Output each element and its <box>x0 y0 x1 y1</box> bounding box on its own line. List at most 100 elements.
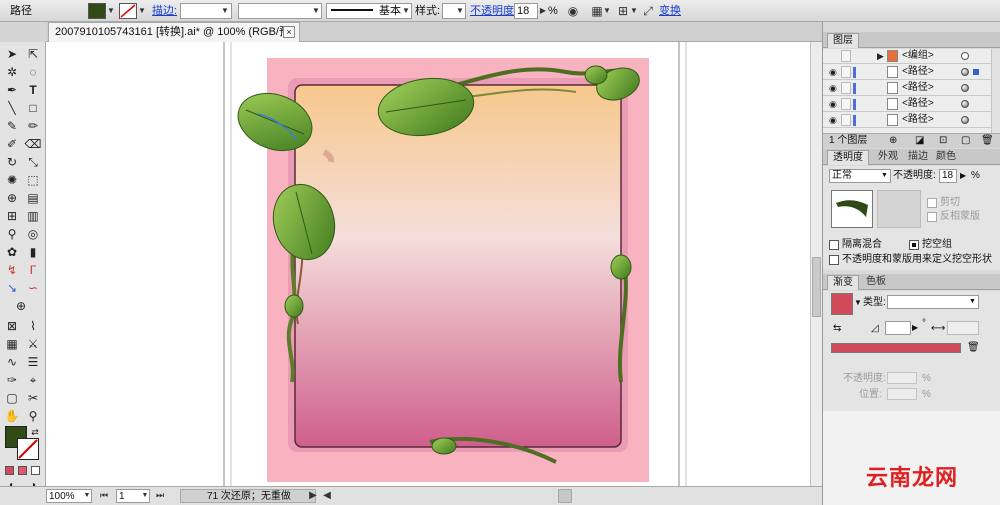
angle-field[interactable] <box>885 321 911 335</box>
align-arrow[interactable]: ▼ <box>603 3 611 19</box>
make-clipping-mask-icon[interactable]: ◪ <box>915 135 924 147</box>
curve-tool-icon[interactable]: ∿ <box>3 354 21 370</box>
opacity-field[interactable]: 18 <box>939 169 957 183</box>
selection-tool-icon[interactable]: ➤ <box>3 46 21 62</box>
stop-position-field[interactable] <box>887 388 917 400</box>
mesh-tool-icon[interactable]: ⊞ <box>3 208 21 224</box>
target-icon[interactable] <box>961 68 969 76</box>
close-tab-icon[interactable]: × <box>283 26 295 38</box>
reverse-gradient-icon[interactable]: ⇆ <box>833 323 841 335</box>
gradient-mode-icon[interactable] <box>18 466 27 475</box>
angle-arrow[interactable]: ▶ <box>912 322 918 334</box>
transform-options-icon[interactable]: ⊞ <box>615 3 631 19</box>
transform-link[interactable]: 变换 <box>659 3 681 19</box>
symbol-sprayer-tool-icon[interactable]: ✿ <box>3 244 21 260</box>
opacity-mask-slot[interactable] <box>877 190 921 228</box>
horizontal-scroll-thumb[interactable] <box>558 489 572 503</box>
paintbrush-tool-icon[interactable]: ✎ <box>3 118 21 134</box>
stroke-label-link[interactable]: 描边: <box>152 3 177 19</box>
clip-checkbox[interactable] <box>927 198 937 208</box>
layer-row[interactable]: ▶ <编组> <box>823 49 991 64</box>
aspect-ratio-icon[interactable]: ⟷ <box>931 323 945 335</box>
zoom-arrow[interactable]: ▼ <box>82 489 92 503</box>
color-mode-icon[interactable] <box>5 466 14 475</box>
none-mode-icon[interactable] <box>31 466 40 475</box>
stroke-dropdown-arrow[interactable]: ▼ <box>138 3 146 19</box>
mask-thumbnail[interactable] <box>831 190 873 228</box>
target-icon[interactable] <box>961 100 969 108</box>
eyedropper-alt-icon[interactable]: ✑ <box>3 372 21 388</box>
selected-square-icon[interactable] <box>973 69 979 75</box>
convert-anchor-icon[interactable]: Γ <box>24 262 42 278</box>
anchor-blue-icon[interactable]: ↘ <box>3 280 21 296</box>
variable-width-arrow[interactable]: ▼ <box>310 3 322 19</box>
target-tool-icon[interactable]: ⊕ <box>12 298 30 314</box>
layer-row[interactable]: ◉ <路径> <box>823 113 991 128</box>
gradient-type-arrow[interactable]: ▼ <box>969 296 976 308</box>
target-icon[interactable] <box>961 116 969 124</box>
gradient-type-select[interactable] <box>887 295 979 309</box>
canvas-area[interactable] <box>46 42 810 486</box>
zoom-tool-icon[interactable]: ⚲ <box>24 408 42 424</box>
free-transform-tool-icon[interactable]: ⬚ <box>24 172 42 188</box>
perspective-grid-tool-icon[interactable]: ▤ <box>24 190 42 206</box>
line-tool-icon[interactable]: ╲ <box>3 100 21 116</box>
gradient-slider[interactable] <box>831 343 961 353</box>
leaf-top-right-small[interactable] <box>584 65 608 85</box>
eye-icon[interactable]: ◉ <box>829 67 837 77</box>
lasso-tool-icon[interactable]: ◌ <box>24 64 42 80</box>
aspect-ratio-field[interactable] <box>947 321 979 335</box>
slice-tool-icon[interactable]: ⌇ <box>24 318 42 334</box>
gradient-swatch-arrow[interactable]: ▼ <box>854 297 862 309</box>
layers-scrollbar[interactable] <box>991 49 1000 139</box>
hand-tool-icon[interactable]: ✋ <box>3 408 21 424</box>
tab-layers[interactable]: 图层 <box>827 33 859 48</box>
layer-row[interactable]: ◉ <路径> <box>823 65 991 80</box>
fill-dropdown-arrow[interactable]: ▼ <box>107 3 115 19</box>
stop-opacity-field[interactable] <box>887 372 917 384</box>
blend-mode-arrow[interactable]: ▼ <box>881 170 888 182</box>
knockout-group-checkbox[interactable] <box>909 240 919 250</box>
leaf-bottom-bud[interactable] <box>431 437 457 455</box>
rotate-tool-icon[interactable]: ↻ <box>3 154 21 170</box>
locate-object-icon[interactable]: ⊕ <box>889 135 897 147</box>
fill-color-swatch[interactable] <box>88 3 106 19</box>
slice-select-icon[interactable]: ▢ <box>3 390 21 406</box>
shape-builder-tool-icon[interactable]: ⊕ <box>3 190 21 206</box>
delete-stop-icon[interactable]: 🗑 <box>967 342 980 354</box>
stroke-color-box[interactable] <box>17 438 39 460</box>
lock-toggle[interactable] <box>841 98 851 110</box>
opacity-mask-knockout-checkbox[interactable] <box>829 255 839 265</box>
gradient-frame[interactable] <box>294 84 622 448</box>
lock-toggle[interactable] <box>841 82 851 94</box>
eye-icon[interactable]: ◉ <box>829 99 837 109</box>
tab-gradient[interactable]: 渐变 <box>827 275 859 290</box>
grid-tool-icon[interactable]: ▦ <box>3 336 21 352</box>
opacity-field[interactable]: 18 <box>514 3 538 19</box>
opacity-arrow[interactable]: ▶ <box>538 3 548 19</box>
anchor-red-icon[interactable]: ∽ <box>24 280 42 296</box>
direct-selection-tool-icon[interactable]: ⇱ <box>24 46 42 62</box>
status-menu-arrow[interactable]: ▶ <box>308 489 318 503</box>
add-anchor-icon[interactable]: ↯ <box>3 262 21 278</box>
vertical-scrollbar[interactable] <box>810 42 822 486</box>
expand-icon[interactable]: ⤢ <box>640 3 656 19</box>
eye-icon[interactable]: ◉ <box>829 83 837 93</box>
measure-tool-icon[interactable]: ⌖ <box>24 372 42 388</box>
page-arrow[interactable]: ▼ <box>140 489 150 503</box>
type-tool-icon[interactable]: T <box>24 82 42 98</box>
isolate-blending-checkbox[interactable] <box>829 240 839 250</box>
tab-swatches[interactable]: 色板 <box>861 275 891 290</box>
expand-triangle-icon[interactable]: ▶ <box>877 51 884 61</box>
tab-color[interactable]: 颜色 <box>931 150 961 165</box>
invert-mask-checkbox[interactable] <box>927 212 937 222</box>
new-sublayer-icon[interactable]: ⊡ <box>939 135 947 147</box>
list-tool-icon[interactable]: ☰ <box>24 354 42 370</box>
layer-row[interactable]: ◉ <路径> <box>823 81 991 96</box>
tab-transparency[interactable]: 透明度 <box>827 150 869 165</box>
angle-icon[interactable]: ◿ <box>871 323 879 335</box>
tab-stroke[interactable]: 描边 <box>903 150 933 165</box>
leaf-left-bud[interactable] <box>284 294 304 318</box>
magic-wand-tool-icon[interactable]: ✲ <box>3 64 21 80</box>
scissors-tool-icon[interactable]: ✂ <box>24 390 42 406</box>
